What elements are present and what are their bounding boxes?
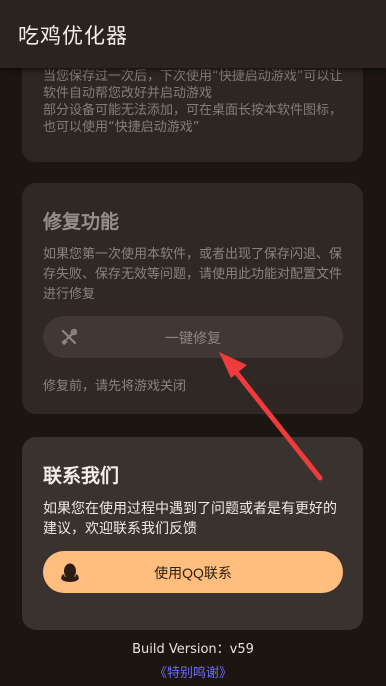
- repair-note: 修复前，请先将游戏关闭: [43, 379, 187, 394]
- repair-description: 如果您第一次使用本软件，或者出现了保存闪退、保存失败、保存无效等问题，请使用此功…: [43, 247, 343, 302]
- special-thanks-link[interactable]: 《特别鸣谢》: [0, 662, 386, 681]
- build-version: Build Version：v59: [132, 642, 254, 657]
- qq-contact-label: 使用QQ联系: [154, 565, 232, 581]
- contact-card: 联系我们 如果您在使用过程中遇到了问题或者是有更好的建议，欢迎联系我们反馈 使用…: [22, 437, 363, 630]
- app-bar: 吃鸡优化器: [0, 0, 386, 68]
- qq-contact-button[interactable]: 使用QQ联系: [43, 551, 343, 593]
- repair-card: 修复功能 如果您第一次使用本软件，或者出现了保存闪退、保存失败、保存无效等问题，…: [22, 183, 363, 414]
- repair-title: 修复功能: [43, 211, 120, 233]
- one-click-repair-button[interactable]: 一键修复: [43, 316, 343, 358]
- one-click-repair-label: 一键修复: [165, 330, 221, 346]
- contact-description: 如果您在使用过程中遇到了问题或者是有更好的建议，欢迎联系我们反馈: [43, 501, 337, 537]
- app-title: 吃鸡优化器: [18, 24, 128, 48]
- contact-title: 联系我们: [43, 465, 120, 487]
- shortcut-info-text: 当您保存过一次后，下次使用“快捷启动游戏”可以让软件自动帮您改好并启动游戏 部分…: [43, 69, 343, 135]
